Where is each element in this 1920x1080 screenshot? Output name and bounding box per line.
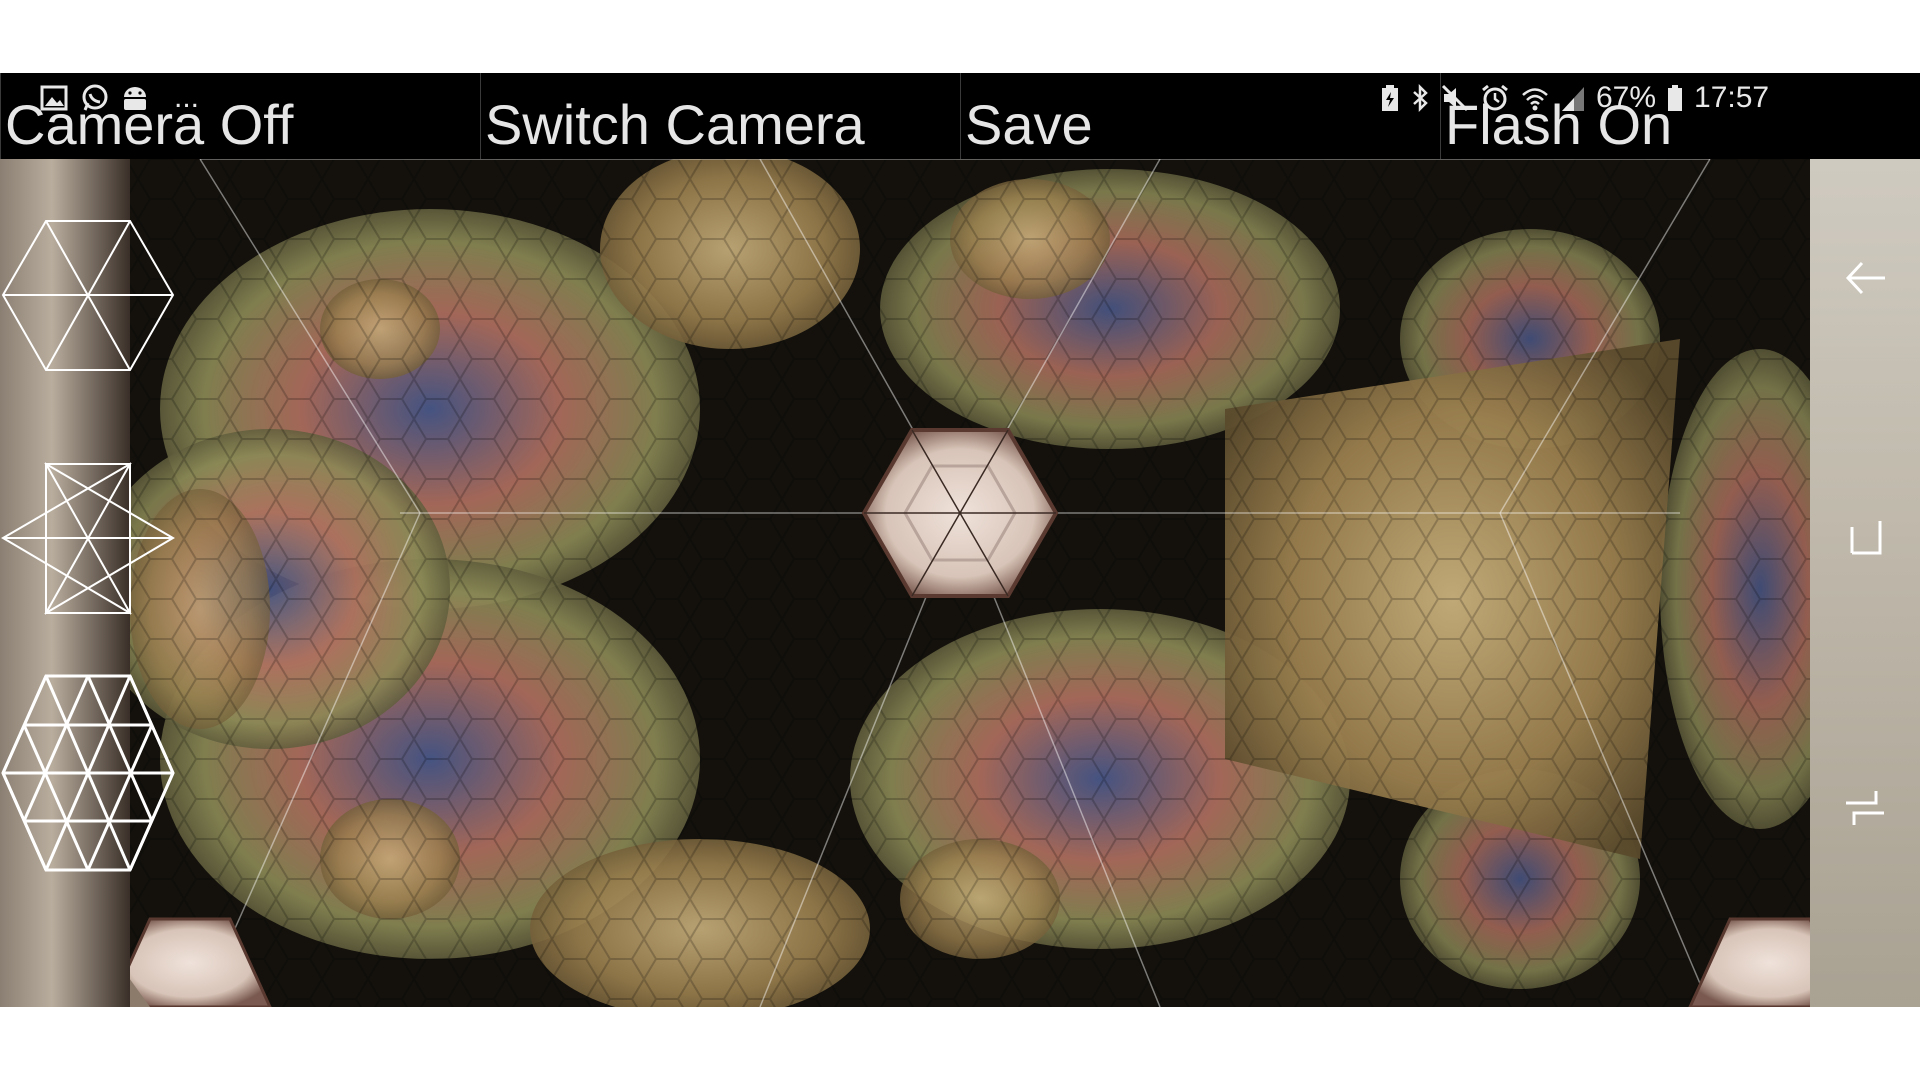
more-notifications: ... (174, 81, 200, 114)
switch-camera-label: Switch Camera (485, 93, 865, 156)
app-screen: Camera Off Switch Camera Save Flash On .… (0, 73, 1920, 1007)
save-label: Save (965, 93, 1093, 156)
signal-icon (1562, 87, 1584, 111)
bluetooth-icon (1413, 83, 1428, 113)
switch-camera-button[interactable]: Switch Camera (480, 73, 960, 159)
status-bar-right: 67% 17:57 (1380, 81, 1769, 115)
alarm-icon (1482, 84, 1508, 111)
wifi-icon (1522, 88, 1548, 111)
recents-icon[interactable] (1840, 783, 1890, 833)
battery-percent: 67% (1596, 81, 1657, 114)
back-icon[interactable] (1840, 253, 1890, 303)
battery-charging-icon (1382, 85, 1398, 111)
hexagon-6-icon[interactable] (0, 218, 176, 373)
kaleidoscope-view[interactable] (0, 159, 1920, 1007)
mute-icon (1441, 84, 1469, 112)
battery-icon (1668, 85, 1683, 111)
whatsapp-icon (82, 84, 108, 111)
android-icon (124, 87, 146, 110)
image-icon (40, 85, 68, 111)
home-icon[interactable] (1840, 513, 1890, 563)
save-button[interactable]: Save (960, 73, 1440, 159)
status-bar-left: ... (40, 81, 199, 115)
hex-grid-24-icon[interactable] (0, 673, 176, 873)
clock-time: 17:57 (1694, 81, 1770, 114)
star-12-icon[interactable] (0, 461, 176, 616)
